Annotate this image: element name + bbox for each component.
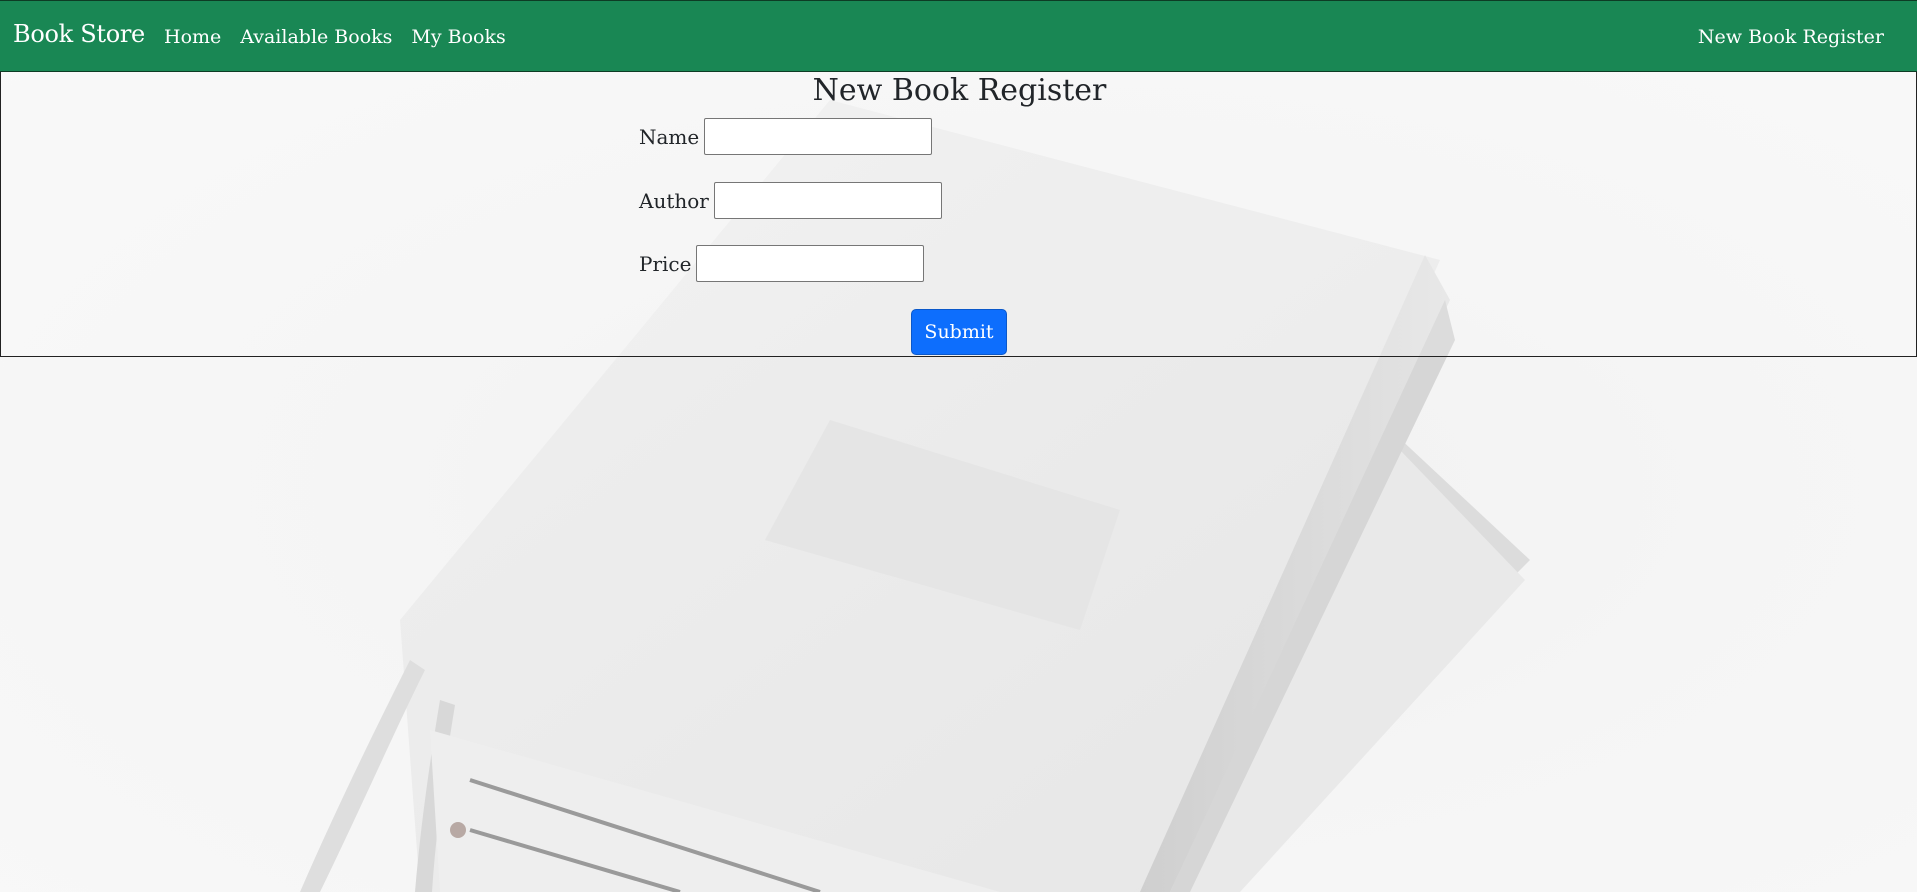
name-input[interactable] [704,118,933,155]
nav-link-home[interactable]: Home [164,26,221,48]
author-field-row: Author [639,182,942,219]
name-field-row: Name [639,118,933,155]
name-label: Name [639,124,700,149]
nav-link-available-books[interactable]: Available Books [240,26,392,48]
brand-link[interactable]: Book Store [13,20,145,48]
register-form-panel: New Book Register Name Author Price Subm… [0,72,1917,357]
author-input[interactable] [713,182,942,219]
price-label: Price [639,251,692,276]
navbar: Book Store Home Available Books My Books… [0,0,1917,72]
author-label: Author [639,188,709,213]
price-field-row: Price [639,245,925,282]
nav-link-new-book-register[interactable]: New Book Register [1698,26,1884,48]
nav-links: Home Available Books My Books [164,26,506,48]
nav-link-my-books[interactable]: My Books [411,26,505,48]
submit-button[interactable]: Submit [911,309,1007,355]
price-input[interactable] [696,245,925,282]
form-title: New Book Register [812,73,1107,108]
